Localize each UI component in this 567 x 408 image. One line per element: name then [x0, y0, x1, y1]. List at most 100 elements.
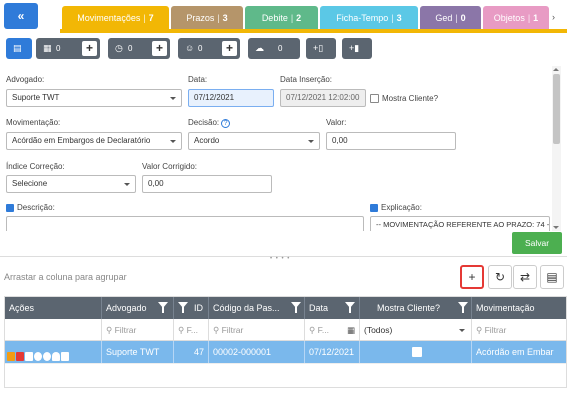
filter-icon[interactable]	[291, 302, 301, 313]
calendar-icon[interactable]	[25, 352, 33, 361]
decisao-select[interactable]: Acordo	[188, 132, 320, 150]
edit-explicacao-icon[interactable]	[370, 204, 378, 212]
column-header-advogado[interactable]: Advogado	[102, 297, 174, 319]
column-header-codigo[interactable]: Código da Pas...	[209, 297, 305, 319]
filter-cell-id[interactable]: ⚲ F...	[174, 319, 209, 341]
column-header-data[interactable]: Data	[305, 297, 360, 319]
clock-count: 0	[128, 44, 133, 53]
list-view-button[interactable]: ▤	[6, 38, 32, 59]
users-icon[interactable]	[34, 352, 42, 361]
add-row-button[interactable]: +	[460, 265, 484, 289]
calendar-button[interactable]: ▦ 0 +	[36, 38, 100, 59]
advogado-select[interactable]: Suporte TWT	[6, 89, 182, 107]
mostra-cliente-checkbox[interactable]	[370, 94, 379, 103]
cell-movimentacao: Acórdão em Embar	[476, 347, 554, 357]
add-clipboard-icon: +▮	[349, 43, 360, 53]
advogado-label: Advogado:	[6, 75, 45, 84]
tab-objetos[interactable]: Objetos | 1	[483, 6, 549, 30]
drag-handle-icon[interactable]: • • • •	[270, 256, 290, 262]
upload-count: 0	[278, 44, 283, 53]
valor-input[interactable]: 0,00	[326, 132, 456, 150]
search-icon: ⚲	[106, 325, 113, 335]
data-input[interactable]: 07/12/2021	[188, 89, 274, 107]
filter-icon[interactable]	[458, 302, 468, 313]
tab-count: 2	[296, 13, 302, 23]
tab-count: 3	[222, 13, 228, 23]
document-icon[interactable]	[61, 352, 69, 361]
todos-select[interactable]: (Todos)	[364, 325, 392, 335]
cloud-upload-icon: ☁	[255, 43, 264, 53]
add-document-icon: +▯	[313, 43, 324, 53]
tab-label: Debite	[261, 13, 288, 23]
column-header-movimentacao[interactable]: Movimentação	[472, 297, 566, 319]
users-button[interactable]: ☺ 0 +	[178, 38, 240, 59]
valor-corrigido-label: Valor Corrigido:	[142, 162, 197, 171]
help-icon[interactable]: ?	[221, 119, 231, 128]
calendar-icon[interactable]: ▦	[347, 319, 355, 341]
scroll-up-icon[interactable]	[553, 68, 559, 71]
swap-button[interactable]: ⇄	[513, 265, 537, 289]
upload-button[interactable]: ☁ 0	[248, 38, 300, 59]
filter-cell-advogado[interactable]: ⚲ Filtrar	[102, 319, 174, 341]
filter-cell-codigo[interactable]: ⚲ Filtrar	[209, 319, 305, 341]
edit-icon[interactable]	[7, 352, 15, 361]
row-action-icons	[7, 347, 70, 361]
calendar-icon: ▦	[43, 43, 52, 53]
filter-cell-mostra-cliente[interactable]: (Todos)	[360, 319, 472, 341]
column-header-id[interactable]: ID	[174, 297, 209, 319]
movimentacao-select[interactable]: Acórdão em Embargos de Declaratório	[6, 132, 182, 150]
scroll-down-icon[interactable]	[553, 226, 559, 229]
filter-cell-data[interactable]: ⚲ F... ▦	[305, 319, 360, 341]
add-clipboard-button[interactable]: +▮	[342, 38, 372, 59]
add-document-button[interactable]: +▯	[306, 38, 336, 59]
explicacao-textarea[interactable]: -- MOVIMENTAÇÃO REFERENTE AO PRAZO: 74 -…	[370, 216, 550, 231]
filter-icon[interactable]	[345, 302, 355, 313]
cell-advogado: Suporte TWT	[102, 341, 174, 363]
table-row[interactable]: Suporte TWT 47 00002-000001 07/12/2021 A…	[5, 341, 566, 363]
tab-label: Objetos	[493, 13, 525, 23]
scroll-thumb[interactable]	[553, 74, 560, 144]
list-icon: ▤	[13, 43, 22, 53]
tab-label: Movimentações	[77, 13, 141, 23]
tab-prazos[interactable]: Prazos | 3	[171, 6, 243, 30]
data-label: Data:	[188, 75, 208, 84]
tab-ged[interactable]: Ged | 0	[420, 6, 481, 30]
search-icon: ⚲	[476, 325, 483, 335]
cell-data: 07/12/2021	[305, 341, 360, 363]
filter-icon[interactable]	[158, 302, 168, 313]
tab-ficha-tempo[interactable]: Ficha-Tempo | 3	[320, 6, 418, 30]
clock-icon: ◷	[115, 43, 123, 53]
tabs-scroll-right-icon[interactable]: ›	[552, 12, 555, 22]
descricao-textarea[interactable]	[6, 216, 364, 231]
column-header-mostra-cliente[interactable]: Mostra Cliente?	[360, 297, 472, 319]
clock-icon[interactable]	[43, 352, 51, 361]
filter-cell-movimentacao[interactable]: ⚲ Filtrar	[472, 319, 566, 341]
save-button[interactable]: Salvar	[512, 232, 562, 254]
panel-splitter[interactable]: • • • •	[0, 256, 567, 262]
search-icon: ⚲	[213, 325, 220, 335]
tab-debite[interactable]: Debite | 2	[245, 6, 318, 30]
tab-movimentacoes[interactable]: Movimentações | 7	[62, 6, 169, 30]
column-label: Advogado	[106, 303, 147, 313]
indice-select[interactable]: Selecione	[6, 175, 136, 193]
cloud-upload-icon[interactable]	[52, 352, 60, 361]
form-scrollbar[interactable]	[552, 66, 561, 231]
movement-form: Advogado: Suporte TWT Data: 07/12/2021 D…	[0, 66, 552, 231]
mostra-cliente-row-checkbox[interactable]	[412, 347, 422, 357]
export-button[interactable]: ▤	[540, 265, 564, 289]
add-calendar-button[interactable]: +	[82, 41, 97, 56]
movement-toolbar: ▤ ▦ 0 + ◷ 0 + ☺ 0 + ☁ 0 +▯ +▮	[0, 34, 567, 64]
indice-label: Índice Correção:	[6, 162, 65, 171]
edit-descricao-icon[interactable]	[6, 204, 14, 212]
filter-icon[interactable]	[178, 302, 188, 313]
delete-icon[interactable]	[16, 352, 24, 361]
clock-button[interactable]: ◷ 0 +	[108, 38, 170, 59]
add-user-button[interactable]: +	[222, 41, 237, 56]
valor-corrigido-input[interactable]: 0,00	[142, 175, 272, 193]
collapse-button[interactable]: «	[4, 3, 38, 29]
add-clock-button[interactable]: +	[152, 41, 167, 56]
column-header-acoes[interactable]: Ações	[5, 297, 102, 319]
refresh-button[interactable]: ↻	[488, 265, 512, 289]
export-icon: ▤	[546, 270, 558, 284]
chevron-down-icon	[459, 329, 465, 332]
